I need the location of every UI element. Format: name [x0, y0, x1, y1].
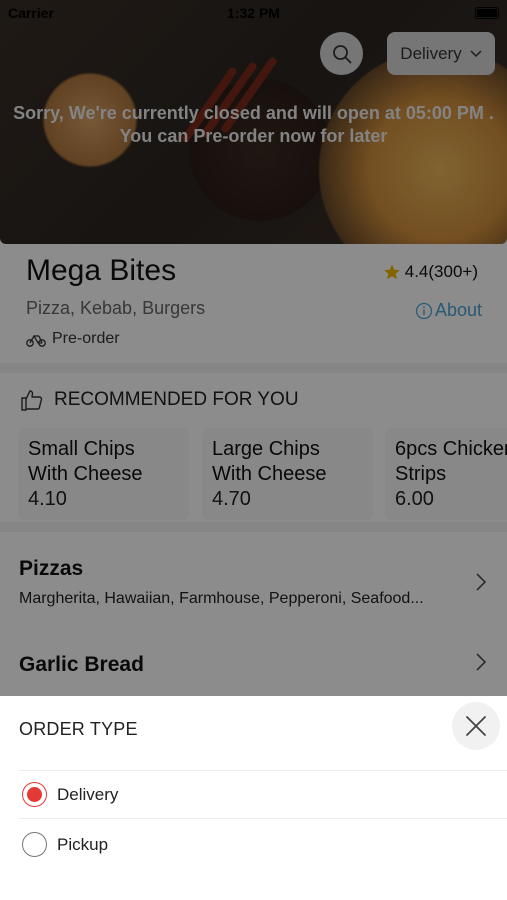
- option-label: Pickup: [57, 834, 109, 854]
- modal-backdrop[interactable]: [0, 0, 507, 696]
- divider: [19, 818, 507, 819]
- order-option-delivery[interactable]: Delivery: [22, 782, 118, 807]
- option-label: Delivery: [57, 784, 119, 804]
- radio-selected[interactable]: [22, 782, 47, 807]
- order-option-pickup[interactable]: Pickup: [22, 832, 108, 857]
- radio-unselected[interactable]: [22, 832, 47, 857]
- order-type-sheet: ORDER TYPE Delivery Pickup: [0, 696, 507, 900]
- close-icon: [466, 716, 486, 736]
- order-type-title: ORDER TYPE: [19, 719, 138, 739]
- close-button[interactable]: [452, 702, 500, 750]
- divider: [19, 770, 507, 771]
